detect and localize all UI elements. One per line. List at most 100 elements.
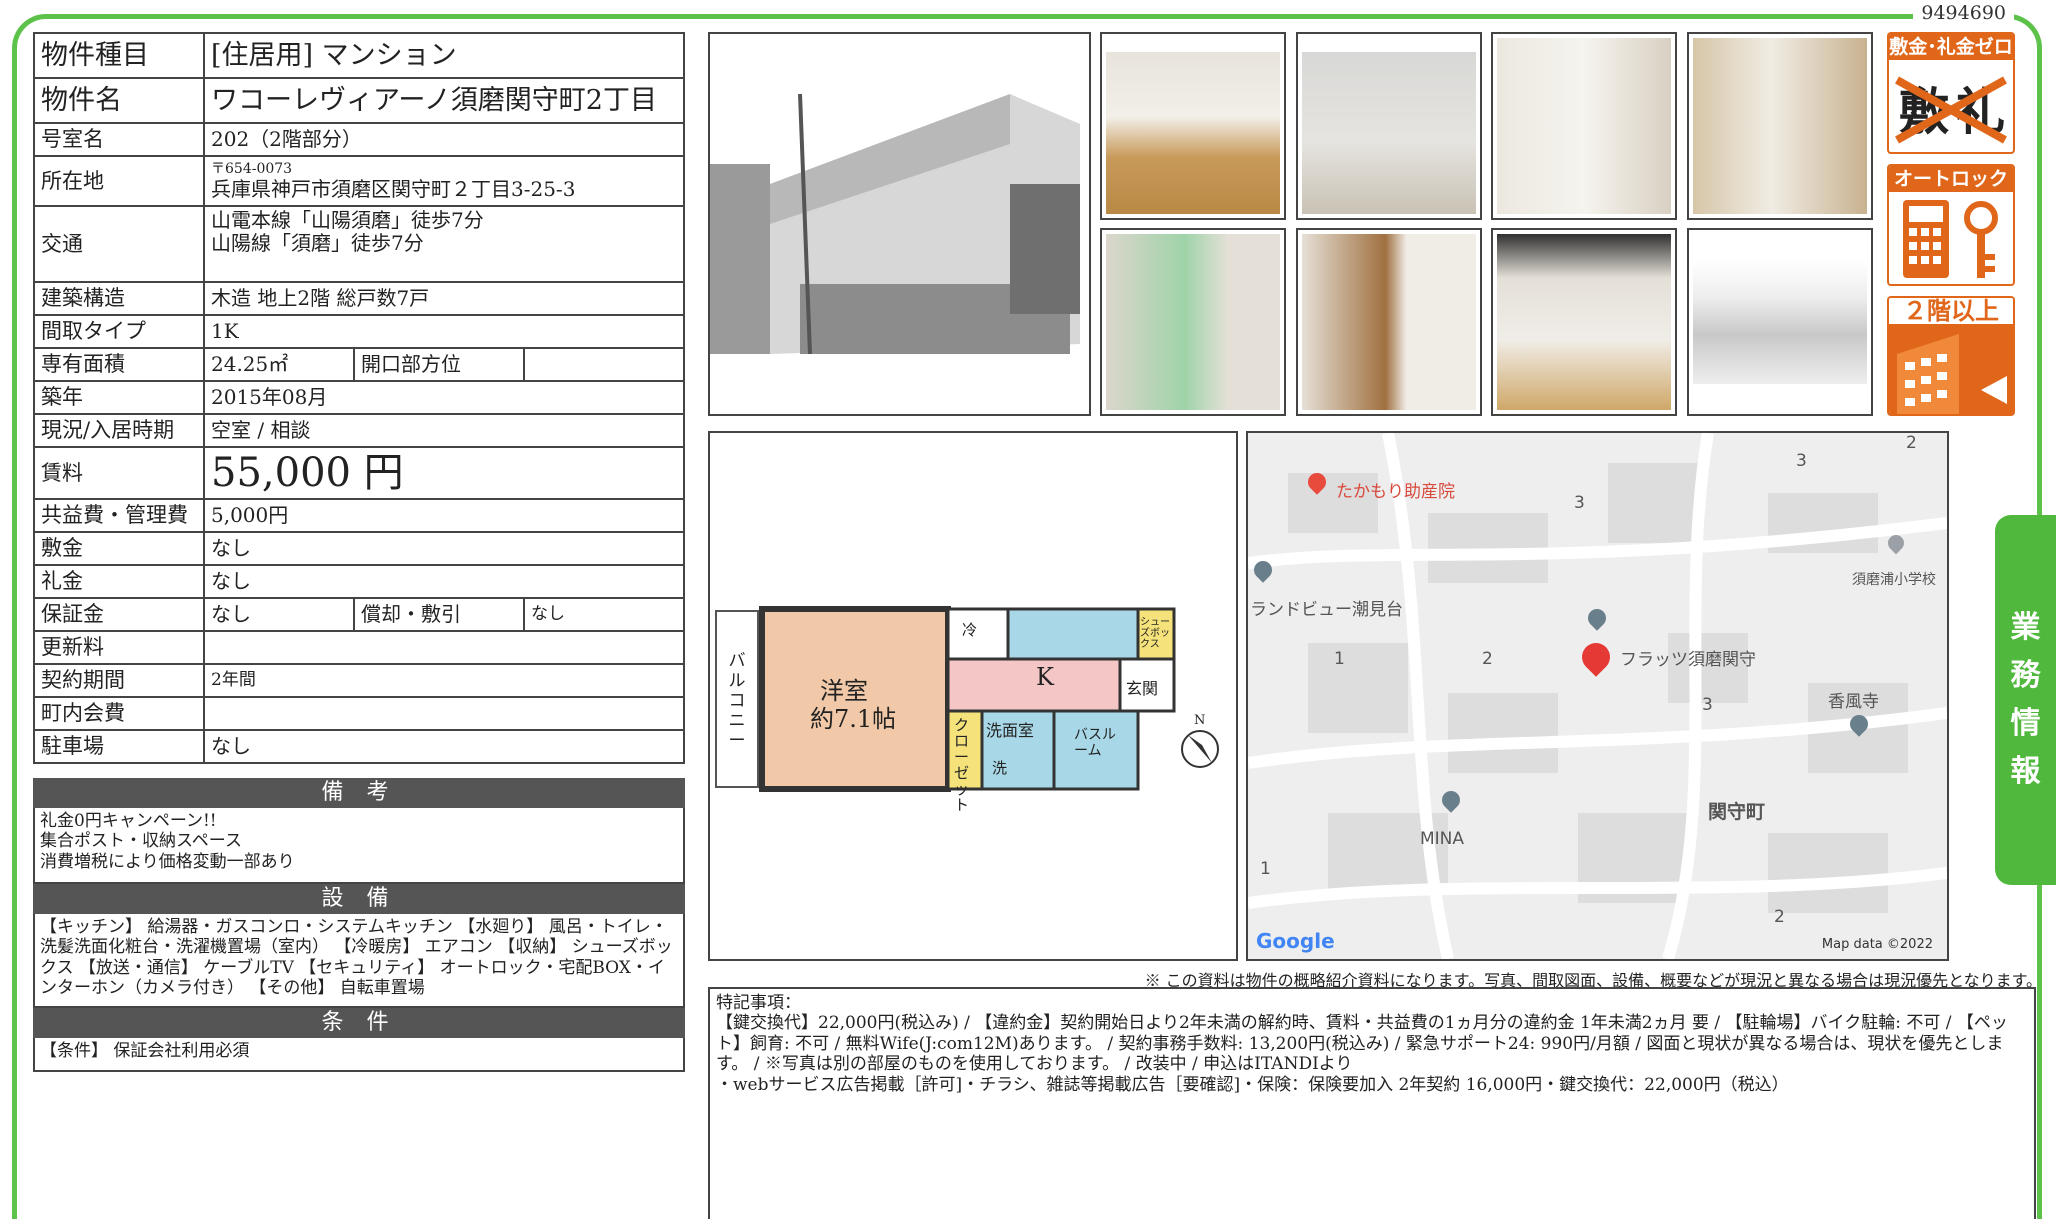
spec-label: 共益費・管理費 — [33, 498, 205, 533]
hallway-photo[interactable] — [1296, 228, 1482, 416]
floor-plan[interactable]: バルコニー 洋室 約7.1帖 冷 K 玄関 シューズボックス クローゼット 洗面… — [708, 431, 1238, 961]
laundry-label: 洗面室 — [986, 721, 1035, 740]
facilities-body: 【キッチン】 給湯器・ガスコンロ・システムキッチン 【水廻り】 風呂・トイレ・洗… — [33, 914, 685, 1008]
spec-label: 賃料 — [33, 446, 205, 500]
kitchen-label: K — [1036, 663, 1054, 691]
structure: 木造 地上2階 総戸数7戸 — [203, 281, 685, 316]
map-town-label: 関守町 — [1708, 801, 1766, 823]
spec-label: 駐車場 — [33, 729, 205, 764]
tab-char: 業 — [2010, 610, 2041, 645]
map-block-number: 1 — [1334, 649, 1345, 669]
hallway-image — [1302, 234, 1476, 410]
exterior-photo[interactable] — [708, 32, 1091, 416]
tab-char: 務 — [2010, 658, 2041, 693]
map-temple-label: 香風寺 — [1828, 692, 1879, 712]
renewal-fee — [203, 630, 685, 665]
address-text: 兵庫県神戸市須磨区関守町２丁目3-25-3 — [211, 176, 576, 201]
map-school-label: 須磨浦小学校 — [1852, 572, 1936, 588]
layout-type: 1K — [203, 314, 685, 349]
management-fee: 5,000円 — [203, 498, 685, 533]
guarantee: なし — [203, 597, 355, 632]
special-notes-line: ・webサービス広告掲載［許可]・チラシ、雑誌等掲載広告［要確認]・保険：保険要… — [716, 1074, 1789, 1095]
building-image — [710, 34, 1089, 414]
spec-label: 交通 — [33, 205, 205, 283]
conditions-header: 条 件 — [33, 1008, 685, 1038]
location-map[interactable]: たかもり助産院 ランドビュー潮見台 フラッツ須磨関守 須磨浦小学校 香風寺 MI… — [1246, 431, 1949, 961]
access-line: 山陽線「須磨」徒歩7分 — [211, 231, 424, 255]
washroom-photo[interactable] — [1687, 32, 1873, 220]
spec-label: 号室名 — [33, 122, 205, 157]
spec-label: 所在地 — [33, 155, 205, 207]
room-photo[interactable] — [1100, 32, 1286, 220]
room-image — [1106, 52, 1280, 214]
access-line: 山電本線「山陽須磨」徒歩7分 — [211, 208, 484, 232]
spec-label: 築年 — [33, 380, 205, 415]
mailbox-photo[interactable] — [1687, 228, 1873, 416]
room-image — [1302, 52, 1476, 214]
spec-label: 保証金 — [33, 597, 205, 632]
rent: 55,000 円 — [203, 446, 685, 500]
spec-label: 更新料 — [33, 630, 205, 665]
deposit: なし — [203, 531, 685, 566]
access: 山電本線「山陽須磨」徒歩7分 山陽線「須磨」徒歩7分 — [203, 205, 685, 283]
bathroom-image — [1106, 234, 1280, 410]
map-block-number: 3 — [1796, 451, 1807, 471]
toilet-photo[interactable] — [1491, 32, 1677, 220]
toilet-image — [1497, 38, 1671, 214]
spec-label: 間取タイプ — [33, 314, 205, 349]
bath-label: バスルーム — [1074, 727, 1116, 759]
tab-char: 報 — [2010, 754, 2041, 789]
amortization: なし — [523, 597, 685, 632]
mailbox-image — [1693, 260, 1867, 384]
room-size-label: 約7.1帖 — [810, 705, 897, 733]
tab-char: 情 — [2010, 706, 2041, 741]
business-info-tab[interactable]: 業 務 情 報 — [1995, 515, 2056, 885]
remarks-body: 礼金0円キャンペーン!! 集合ポスト・収納スペース 消費増税により価格変動一部あ… — [33, 808, 685, 884]
spec-label: 町内会費 — [33, 696, 205, 731]
postal-code: 〒654-0073 — [211, 161, 293, 178]
contract-period: 2年間 — [203, 663, 685, 698]
room-number: 202（2階部分） — [203, 122, 685, 157]
google-logo: Google — [1256, 929, 1335, 953]
balcony-label: バルコニー — [728, 651, 746, 751]
fridge-label: 冷 — [962, 621, 978, 639]
map-block-number: 1 — [1260, 859, 1271, 879]
property-type: [住居用] マンション — [203, 32, 685, 79]
bathroom-photo[interactable] — [1100, 228, 1286, 416]
spec-label: 礼金 — [33, 564, 205, 599]
special-notes-line: 【鍵交換代】22,000円(税込み) / 【違約金】契約開始日より2年未満の解約… — [716, 1013, 2008, 1075]
room-photo[interactable] — [1296, 32, 1482, 220]
parking: なし — [203, 729, 685, 764]
special-notes: 特記事項： 【鍵交換代】22,000円(税込み) / 【違約金】契約開始日より2… — [708, 987, 2036, 1219]
auto-lock-badge: オートロック — [1887, 164, 2015, 286]
spec-label: 契約期間 — [33, 663, 205, 698]
building-icon — [1889, 324, 2013, 414]
closet-label: クローゼット — [954, 716, 970, 814]
conditions-body: 【条件】 保証会社利用必須 — [33, 1038, 685, 1072]
spec-table: 物件種目 [住居用] マンション 物件名 ワコーレヴィアーノ須磨関守町2丁目 号室名… — [33, 32, 685, 764]
map-property-label: フラッツ須磨関守 — [1620, 650, 1756, 670]
property-name: ワコーレヴィアーノ須磨関守町2丁目 — [203, 77, 685, 124]
shoes-label: シューズボックス — [1140, 617, 1170, 650]
badge-title: オートロック — [1889, 166, 2013, 192]
property-id: 9494690 — [1913, 2, 2014, 24]
key-money: なし — [203, 564, 685, 599]
spec-label: 建築構造 — [33, 281, 205, 316]
map-clinic-label: たかもり助産院 — [1336, 482, 1455, 502]
washroom-image — [1693, 38, 1867, 214]
second-floor-badge: ２階以上 — [1887, 296, 2015, 416]
wash-label: 洗 — [992, 759, 1008, 777]
map-block-number: 2 — [1482, 649, 1493, 669]
direction — [523, 347, 685, 382]
map-minna-label: MINA — [1420, 829, 1465, 849]
map-block-number: 2 — [1906, 433, 1917, 453]
floor-area: 24.25㎡ — [203, 347, 355, 382]
map-block-number: 3 — [1702, 695, 1713, 715]
built-year: 2015年08月 — [203, 380, 685, 415]
no-deposit-badge: 敷金･礼金ゼロ 敷 礼 — [1887, 32, 2015, 154]
facilities-header: 設 備 — [33, 884, 685, 914]
spec-label: 専有面積 — [33, 347, 205, 382]
status: 空室 / 相談 — [203, 413, 685, 448]
kitchen-photo[interactable] — [1491, 228, 1677, 416]
remarks-header: 備 考 — [33, 778, 685, 808]
